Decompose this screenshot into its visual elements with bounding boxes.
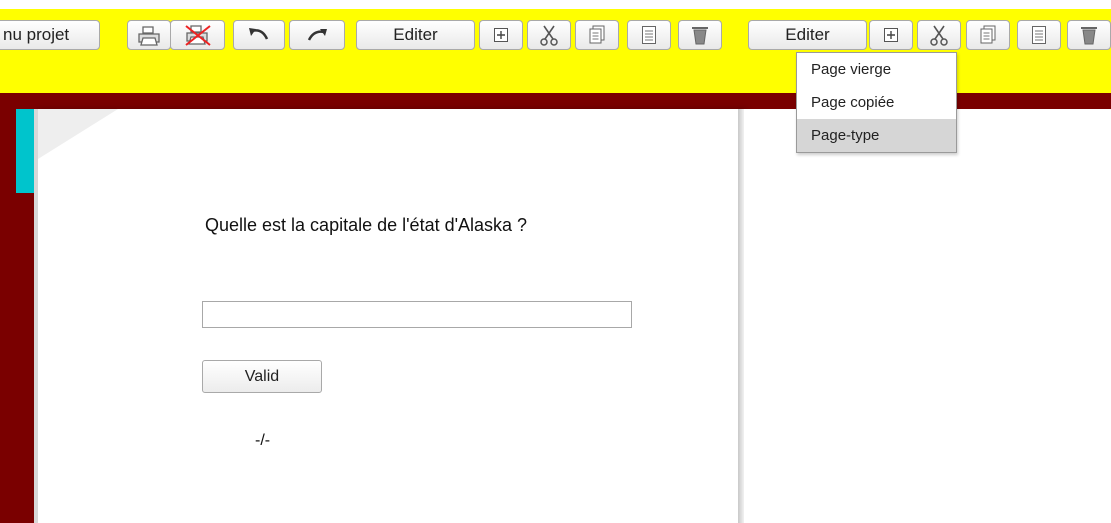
delete-button-2[interactable] (1067, 20, 1111, 50)
undo-icon (246, 25, 272, 45)
paste-icon (1031, 25, 1047, 45)
print-icon (136, 24, 162, 46)
redo-icon (304, 25, 330, 45)
valid-button[interactable]: Valid (202, 360, 322, 393)
edit-button-1[interactable]: Editer (356, 20, 475, 50)
page-curl (38, 109, 118, 159)
menu-item-blank-page[interactable]: Page vierge (797, 53, 956, 86)
copy-button-2[interactable] (966, 20, 1010, 50)
paste-icon (641, 25, 657, 45)
cut-button-2[interactable] (917, 20, 961, 50)
project-button[interactable]: nu projet (0, 20, 100, 50)
no-print-button[interactable] (170, 20, 225, 50)
edit-button-1-label: Editer (393, 25, 438, 44)
trash-icon (1080, 24, 1098, 46)
add-icon (883, 27, 899, 43)
add-icon (493, 27, 509, 43)
answer-input[interactable] (202, 301, 632, 328)
trash-icon (691, 24, 709, 46)
copy-button-1[interactable] (575, 20, 619, 50)
print-button[interactable] (127, 20, 171, 50)
page-tab[interactable] (16, 109, 34, 193)
copy-icon (979, 25, 997, 45)
edit-button-2-label: Editer (785, 25, 830, 44)
book-page-right (744, 109, 1111, 523)
score-text: -/- (255, 432, 271, 449)
undo-button[interactable] (233, 20, 285, 50)
paste-button-2[interactable] (1017, 20, 1061, 50)
delete-button-1[interactable] (678, 20, 722, 50)
no-print-icon (183, 23, 213, 47)
copy-icon (588, 25, 606, 45)
add-button-1[interactable] (479, 20, 523, 50)
question-text: Quelle est la capitale de l'état d'Alask… (205, 215, 528, 235)
menu-item-copied-page[interactable]: Page copiée (797, 86, 956, 119)
project-button-label: nu projet (3, 25, 70, 44)
scissors-icon (929, 24, 949, 46)
scissors-icon (539, 24, 559, 46)
menu-item-template-page[interactable]: Page-type (797, 119, 956, 152)
edit-dropdown-menu: Page vierge Page copiée Page-type (796, 52, 957, 153)
edit-button-2[interactable]: Editer (748, 20, 867, 50)
cut-button-1[interactable] (527, 20, 571, 50)
paste-button-1[interactable] (627, 20, 671, 50)
redo-button[interactable] (289, 20, 345, 50)
valid-button-label: Valid (244, 367, 280, 385)
add-button-2[interactable] (869, 20, 913, 50)
